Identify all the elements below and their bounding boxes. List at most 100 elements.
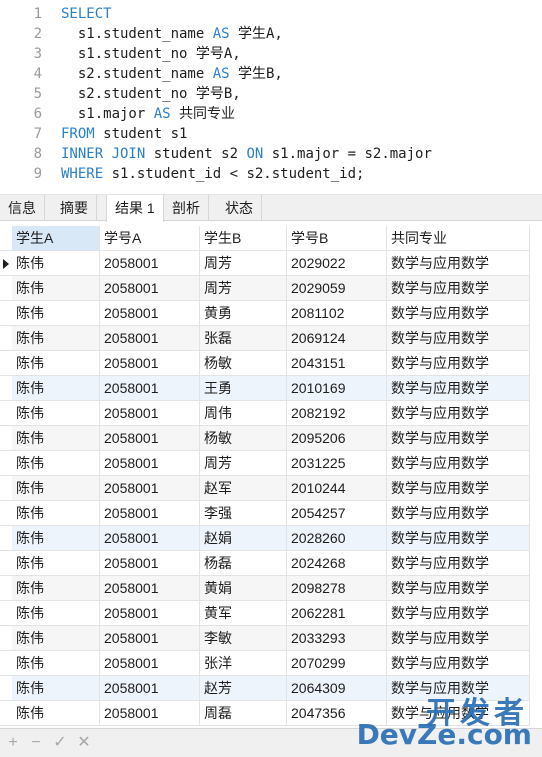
cell-student-b[interactable]: 赵娟 — [200, 526, 287, 551]
cell-student-b[interactable]: 李强 — [200, 501, 287, 526]
code-line[interactable]: 6 s1.major AS 共同专业 — [0, 104, 542, 124]
cell-student-b[interactable]: 张洋 — [200, 651, 287, 676]
cell-student-no-b[interactable]: 2029059 — [287, 276, 387, 301]
cell-student-a[interactable]: 陈伟 — [12, 351, 100, 376]
cell-student-a[interactable]: 陈伟 — [12, 701, 100, 726]
row-indicator[interactable] — [0, 276, 12, 301]
cell-student-no-a[interactable]: 2058001 — [100, 626, 200, 651]
row-indicator[interactable] — [0, 626, 12, 651]
code-line[interactable]: 1 SELECT — [0, 4, 542, 24]
code-line[interactable]: 7 FROM student s1 — [0, 124, 542, 144]
cell-student-no-a[interactable]: 2058001 — [100, 501, 200, 526]
cell-student-no-a[interactable]: 2058001 — [100, 476, 200, 501]
cell-student-a[interactable]: 陈伟 — [12, 601, 100, 626]
cell-student-no-b[interactable]: 2064309 — [287, 676, 387, 701]
code-line[interactable]: 2 s1.student_name AS 学生A, — [0, 24, 542, 44]
cell-student-b[interactable]: 黄娟 — [200, 576, 287, 601]
cell-student-a[interactable]: 陈伟 — [12, 551, 100, 576]
cell-student-no-a[interactable]: 2058001 — [100, 651, 200, 676]
cell-student-no-b[interactable]: 2082192 — [287, 401, 387, 426]
cell-common-major[interactable]: 数学与应用数学 — [387, 651, 530, 676]
check-icon[interactable]: ✓ — [51, 734, 69, 752]
table-row[interactable]: 陈伟 2058001 黄娟 2098278 数学与应用数学 — [0, 576, 542, 601]
cell-student-no-a[interactable]: 2058001 — [100, 526, 200, 551]
table-row[interactable]: 陈伟 2058001 周芳 2029059 数学与应用数学 — [0, 276, 542, 301]
cell-student-no-b[interactable]: 2028260 — [287, 526, 387, 551]
column-header-student-no-b[interactable]: 学号B — [287, 226, 387, 251]
column-header-student-b[interactable]: 学生B — [200, 226, 287, 251]
cell-student-no-b[interactable]: 2031225 — [287, 451, 387, 476]
cell-common-major[interactable]: 数学与应用数学 — [387, 501, 530, 526]
code-line[interactable]: 8 INNER JOIN student s2 ON s1.major = s2.… — [0, 144, 542, 164]
cell-student-a[interactable]: 陈伟 — [12, 401, 100, 426]
code-line[interactable]: 4 s2.student_name AS 学生B, — [0, 64, 542, 84]
cell-student-no-a[interactable]: 2058001 — [100, 251, 200, 276]
cell-student-b[interactable]: 周伟 — [200, 401, 287, 426]
cell-student-b[interactable]: 王勇 — [200, 376, 287, 401]
cell-student-a[interactable]: 陈伟 — [12, 526, 100, 551]
x-icon[interactable]: ✕ — [75, 734, 93, 752]
minus-icon[interactable]: − — [27, 734, 45, 752]
cell-student-no-b[interactable]: 2024268 — [287, 551, 387, 576]
table-row[interactable]: 陈伟 2058001 杨敏 2043151 数学与应用数学 — [0, 351, 542, 376]
cell-common-major[interactable]: 数学与应用数学 — [387, 576, 530, 601]
cell-student-a[interactable]: 陈伟 — [12, 476, 100, 501]
cell-student-no-b[interactable]: 2010244 — [287, 476, 387, 501]
cell-student-no-a[interactable]: 2058001 — [100, 326, 200, 351]
cell-student-b[interactable]: 黄军 — [200, 601, 287, 626]
tab-profile[interactable]: 剖析 — [164, 195, 209, 221]
code-line[interactable]: 3 s1.student_no 学号A, — [0, 44, 542, 64]
cell-student-a[interactable]: 陈伟 — [12, 501, 100, 526]
cell-common-major[interactable]: 数学与应用数学 — [387, 251, 530, 276]
cell-student-no-b[interactable]: 2043151 — [287, 351, 387, 376]
cell-common-major[interactable]: 数学与应用数学 — [387, 626, 530, 651]
cell-student-a[interactable]: 陈伟 — [12, 301, 100, 326]
row-indicator[interactable] — [0, 576, 12, 601]
cell-student-no-a[interactable]: 2058001 — [100, 701, 200, 726]
cell-student-no-b[interactable]: 2070299 — [287, 651, 387, 676]
cell-student-no-a[interactable]: 2058001 — [100, 401, 200, 426]
table-row[interactable]: 陈伟 2058001 周伟 2082192 数学与应用数学 — [0, 401, 542, 426]
cell-student-no-b[interactable]: 2081102 — [287, 301, 387, 326]
row-indicator[interactable] — [0, 351, 12, 376]
cell-student-no-a[interactable]: 2058001 — [100, 601, 200, 626]
cell-student-b[interactable]: 李敏 — [200, 626, 287, 651]
cell-student-b[interactable]: 周芳 — [200, 251, 287, 276]
cell-common-major[interactable]: 数学与应用数学 — [387, 451, 530, 476]
cell-student-a[interactable]: 陈伟 — [12, 276, 100, 301]
cell-student-no-a[interactable]: 2058001 — [100, 301, 200, 326]
row-indicator[interactable] — [0, 451, 12, 476]
cell-student-a[interactable]: 陈伟 — [12, 326, 100, 351]
cell-student-no-a[interactable]: 2058001 — [100, 576, 200, 601]
cell-student-a[interactable]: 陈伟 — [12, 426, 100, 451]
row-indicator[interactable] — [0, 651, 12, 676]
cell-common-major[interactable]: 数学与应用数学 — [387, 301, 530, 326]
cell-student-b[interactable]: 黄勇 — [200, 301, 287, 326]
table-row[interactable]: 陈伟 2058001 赵军 2010244 数学与应用数学 — [0, 476, 542, 501]
table-row[interactable]: 陈伟 2058001 李强 2054257 数学与应用数学 — [0, 501, 542, 526]
cell-student-no-a[interactable]: 2058001 — [100, 451, 200, 476]
cell-student-b[interactable]: 杨磊 — [200, 551, 287, 576]
tab-summary[interactable]: 摘要 — [52, 195, 97, 221]
column-header-student-no-a[interactable]: 学号A — [100, 226, 200, 251]
cell-common-major[interactable]: 数学与应用数学 — [387, 351, 530, 376]
cell-common-major[interactable]: 数学与应用数学 — [387, 376, 530, 401]
code-line[interactable]: 9 WHERE s1.student_id < s2.student_id; — [0, 164, 542, 184]
table-row[interactable]: 陈伟 2058001 周芳 2031225 数学与应用数学 — [0, 451, 542, 476]
cell-student-a[interactable]: 陈伟 — [12, 451, 100, 476]
row-indicator[interactable] — [0, 676, 12, 701]
cell-student-no-a[interactable]: 2058001 — [100, 276, 200, 301]
cell-student-no-b[interactable]: 2062281 — [287, 601, 387, 626]
cell-student-no-b[interactable]: 2054257 — [287, 501, 387, 526]
table-row[interactable]: 陈伟 2058001 张洋 2070299 数学与应用数学 — [0, 651, 542, 676]
cell-common-major[interactable]: 数学与应用数学 — [387, 526, 530, 551]
row-indicator[interactable] — [0, 526, 12, 551]
row-indicator[interactable] — [0, 501, 12, 526]
cell-student-a[interactable]: 陈伟 — [12, 251, 100, 276]
row-indicator[interactable] — [0, 426, 12, 451]
row-indicator[interactable] — [0, 601, 12, 626]
cell-student-a[interactable]: 陈伟 — [12, 626, 100, 651]
row-indicator[interactable] — [0, 476, 12, 501]
cell-student-no-b[interactable]: 2033293 — [287, 626, 387, 651]
tab-result-1[interactable]: 结果 1 — [106, 195, 164, 222]
